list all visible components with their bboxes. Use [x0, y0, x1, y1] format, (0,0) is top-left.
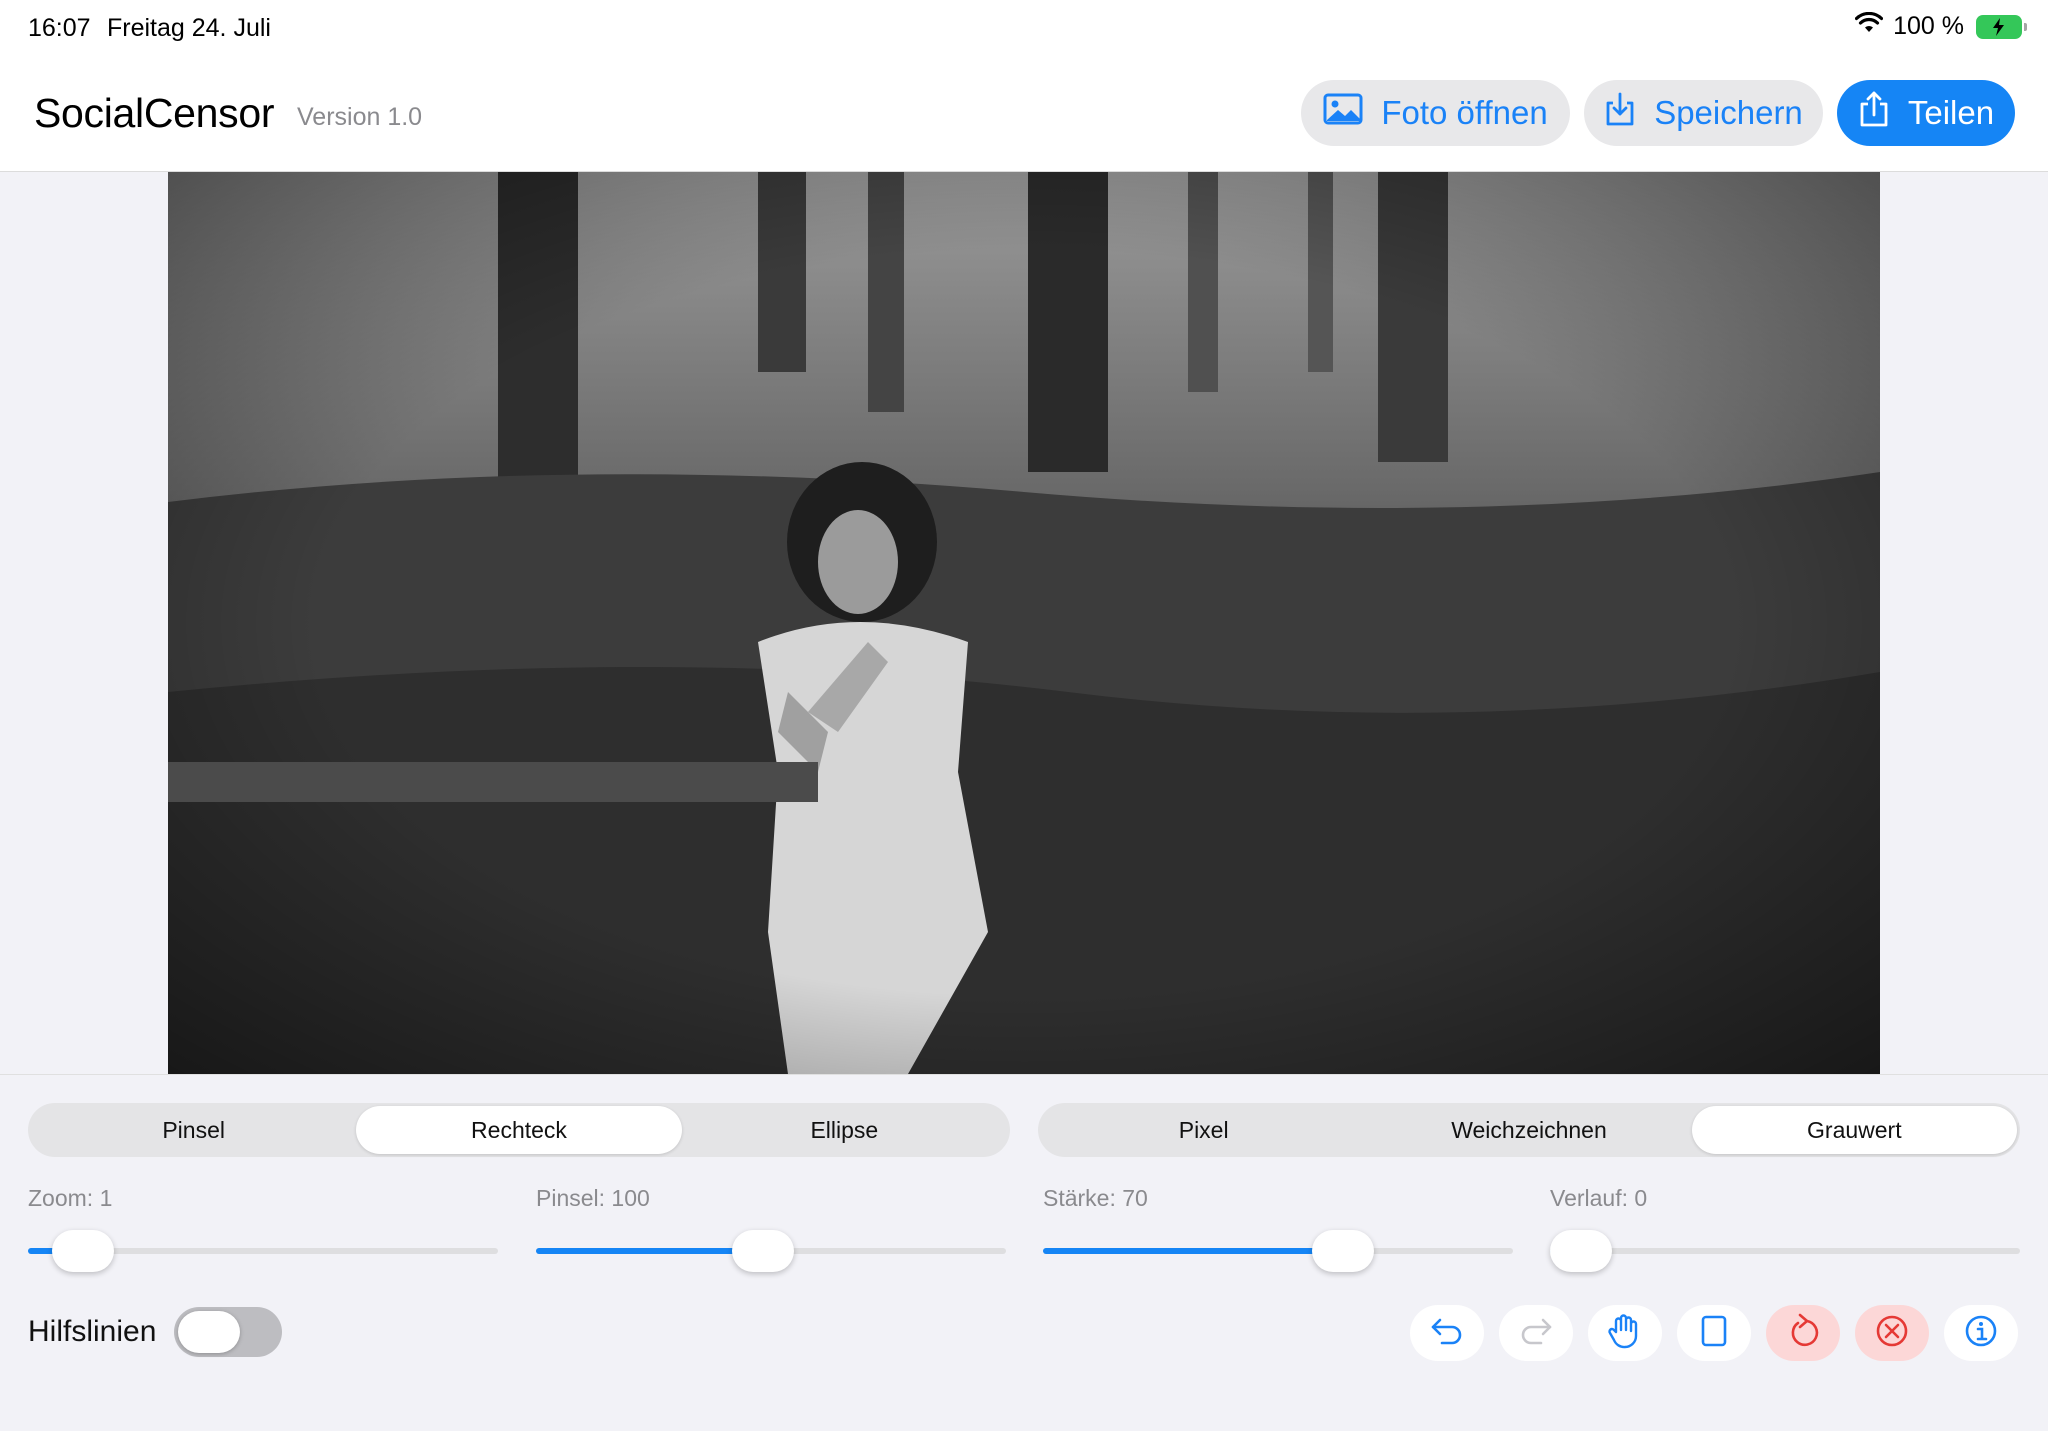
slider-thumb[interactable] — [1312, 1230, 1375, 1272]
open-photo-label: Foto öffnen — [1381, 94, 1548, 131]
wifi-icon — [1855, 11, 1884, 41]
app-header: SocialCensor Version 1.0 Foto öffnen Spe… — [0, 56, 2048, 172]
hand-tool-button[interactable] — [1588, 1305, 1662, 1361]
status-date: Freitag 24. Juli — [107, 14, 271, 42]
controls-panel: Pinsel Rechteck Ellipse Pixel Weichzeich… — [0, 1074, 2048, 1431]
slider-thumb[interactable] — [1550, 1230, 1612, 1272]
save-button[interactable]: Speichern — [1584, 80, 1823, 146]
strength-label: Stärke: 70 — [1043, 1185, 1148, 1211]
brush-slider[interactable] — [536, 1225, 1006, 1275]
clear-icon — [1875, 1314, 1909, 1353]
redo-button[interactable] — [1499, 1305, 1573, 1361]
slider-thumb[interactable] — [731, 1230, 794, 1272]
censor-rectangle[interactable] — [168, 762, 818, 802]
hand-icon — [1606, 1312, 1644, 1355]
photo-canvas[interactable] — [168, 172, 1880, 1074]
tab-brush[interactable]: Pinsel — [31, 1106, 356, 1154]
tab-blur[interactable]: Weichzeichnen — [1366, 1106, 1691, 1154]
share-label: Teilen — [1907, 94, 1995, 131]
tab-ellipse[interactable]: Ellipse — [682, 1106, 1007, 1154]
reset-button[interactable] — [1766, 1305, 1840, 1361]
tab-pixel[interactable]: Pixel — [1041, 1106, 1366, 1154]
app-version: Version 1.0 — [297, 103, 423, 131]
status-bar: 16:07 Freitag 24. Juli 100 % — [0, 0, 2048, 56]
app-title: SocialCensor — [34, 90, 275, 136]
open-photo-button[interactable]: Foto öffnen — [1301, 80, 1570, 146]
tab-rectangle[interactable]: Rechteck — [356, 1106, 682, 1154]
save-label: Speichern — [1654, 94, 1803, 131]
gradient-label: Verlauf: 0 — [1550, 1185, 1648, 1211]
reset-icon — [1786, 1313, 1820, 1354]
undo-icon — [1430, 1316, 1464, 1351]
tab-grayscale[interactable]: Grauwert — [1691, 1106, 2017, 1154]
canvas-area[interactable] — [0, 172, 2048, 1074]
rectangle-tool-button[interactable] — [1677, 1305, 1751, 1361]
clear-button[interactable] — [1855, 1305, 1929, 1361]
guides-toggle[interactable] — [174, 1307, 282, 1357]
slider-thumb[interactable] — [52, 1230, 115, 1272]
info-button[interactable] — [1944, 1305, 2018, 1361]
gradient-slider[interactable] — [1550, 1225, 2020, 1275]
rectangle-icon — [1700, 1314, 1728, 1353]
info-icon — [1964, 1314, 1998, 1353]
redo-icon — [1519, 1316, 1553, 1351]
shape-segmented-control[interactable]: Pinsel Rechteck Ellipse — [28, 1103, 1010, 1157]
share-button[interactable]: Teilen — [1837, 80, 2015, 146]
guides-label: Hilfslinien — [28, 1315, 157, 1348]
photo-icon — [1323, 93, 1363, 133]
effect-segmented-control[interactable]: Pixel Weichzeichnen Grauwert — [1038, 1103, 2020, 1157]
status-time: 16:07 — [28, 14, 91, 42]
battery-percent: 100 % — [1893, 12, 1964, 40]
status-indicators: 100 % — [1855, 11, 2027, 41]
zoom-label: Zoom: 1 — [28, 1185, 113, 1211]
battery-icon — [1976, 14, 2027, 39]
download-icon — [1604, 91, 1636, 135]
slider-track — [1550, 1248, 2020, 1254]
zoom-slider[interactable] — [28, 1225, 498, 1275]
strength-slider[interactable] — [1043, 1225, 1513, 1275]
photo-image — [168, 172, 1880, 1074]
brush-label: Pinsel: 100 — [536, 1185, 650, 1211]
slider-fill — [536, 1248, 763, 1254]
slider-fill — [1043, 1248, 1344, 1254]
undo-button[interactable] — [1410, 1305, 1484, 1361]
share-icon — [1858, 90, 1890, 136]
toggle-knob — [178, 1311, 240, 1353]
